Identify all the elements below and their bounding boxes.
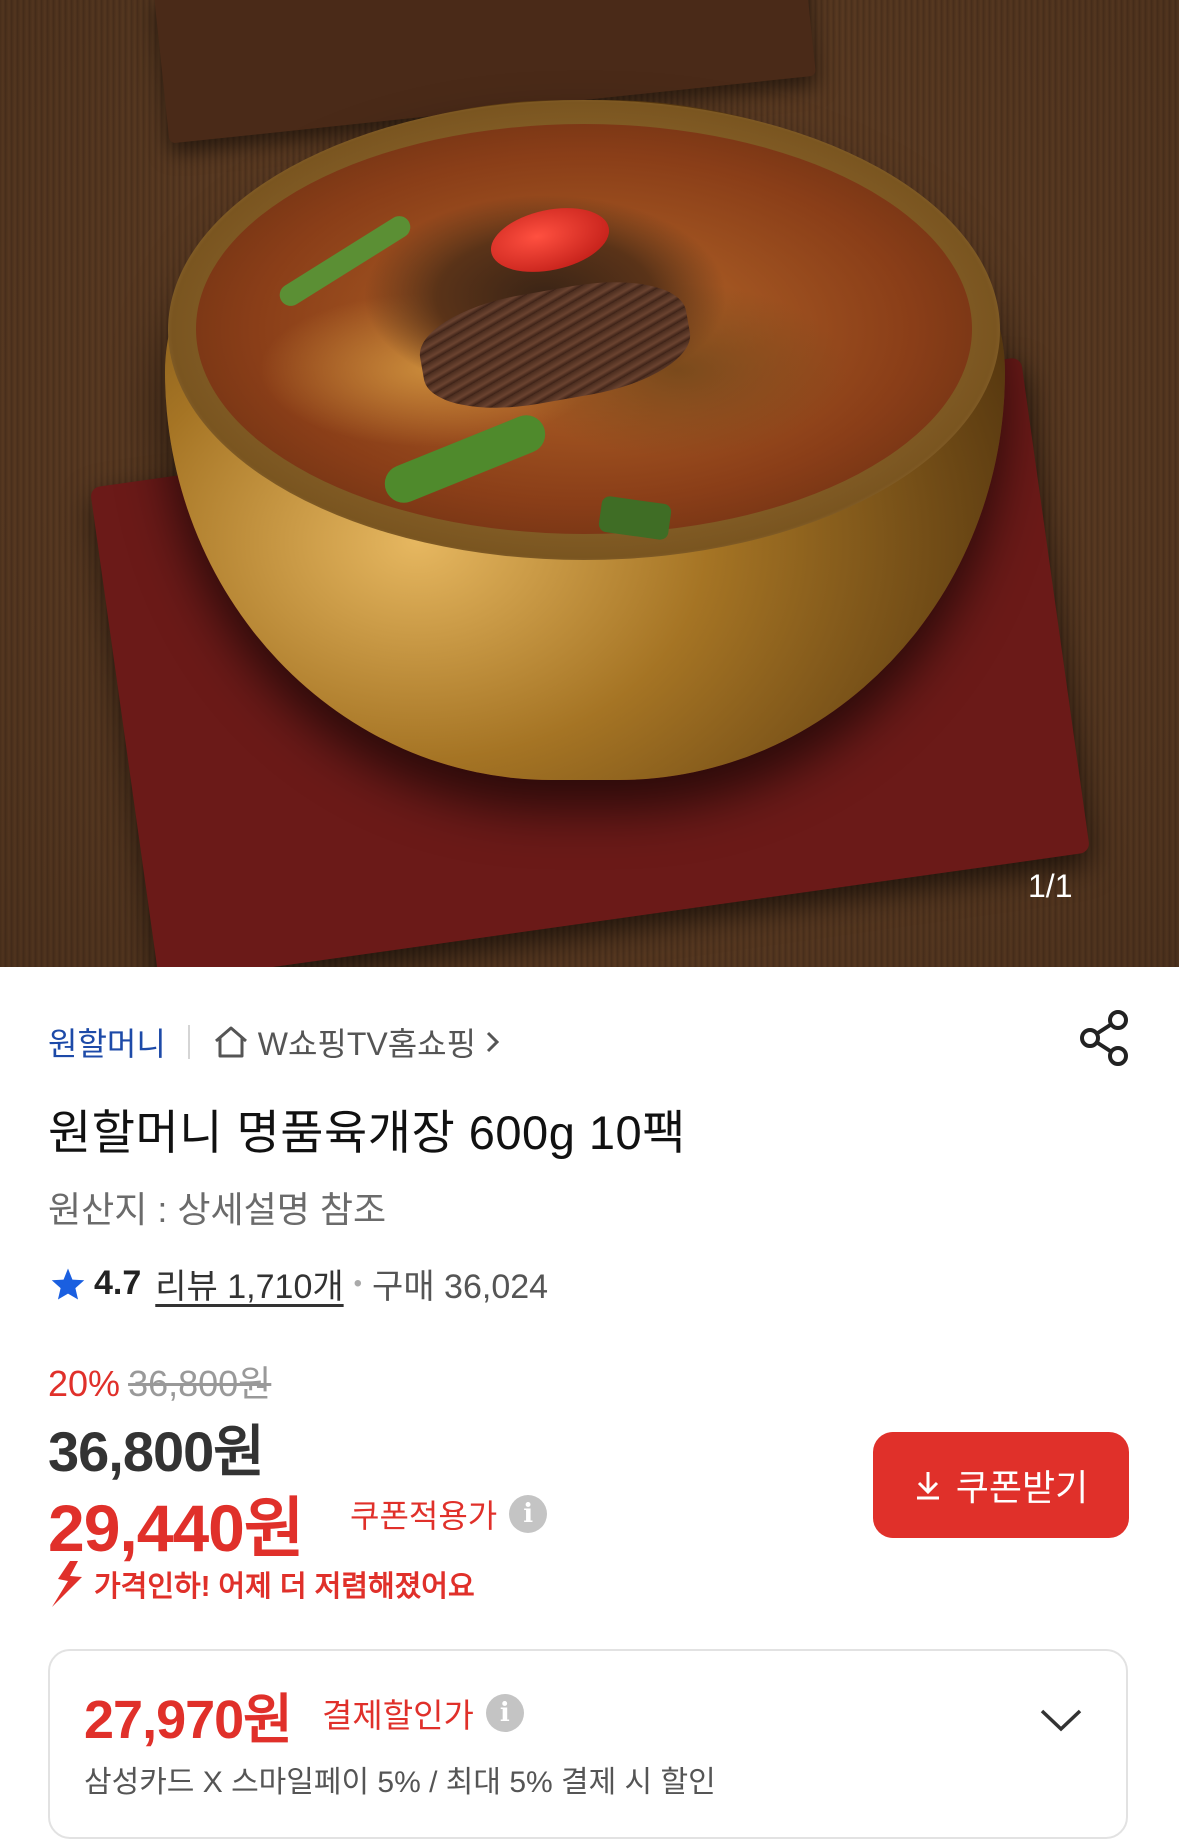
- product-image[interactable]: 1/1: [0, 0, 1179, 967]
- brand-link[interactable]: 원할머니: [48, 1019, 166, 1065]
- info-icon[interactable]: i: [509, 1495, 548, 1533]
- chevron-right-icon: [487, 1031, 500, 1053]
- payment-price: 27,970원: [84, 1690, 293, 1750]
- payment-label-text: 결제할인가: [322, 1697, 474, 1734]
- price-drop-notice: 가격인하! 어제 더 저렴해졌어요: [48, 1559, 475, 1609]
- rating-value: 4.7: [94, 1264, 142, 1302]
- coupon-price-label: 쿠폰적용가 i: [350, 1491, 548, 1537]
- discount-row: 20% 36,800원: [48, 1355, 271, 1407]
- price-drop-icon: [52, 1561, 82, 1607]
- payment-discount-box[interactable]: 27,970원 결제할인가 i 삼성카드 X 스마일페이 5% / 최대 5% …: [48, 1649, 1128, 1839]
- divider: [187, 1025, 190, 1059]
- coupon-label-text: 쿠폰적용가: [350, 1498, 498, 1534]
- coupon-button-label: 쿠폰받기: [955, 1467, 1089, 1508]
- price-drop-text: 가격인하! 어제 더 저렴해졌어요: [94, 1571, 475, 1603]
- info-icon[interactable]: i: [485, 1694, 524, 1732]
- shop-link[interactable]: W쇼핑TV홈쇼핑: [212, 1019, 512, 1065]
- discount-percent: 20%: [48, 1363, 121, 1404]
- coupon-price: 29,440원: [48, 1491, 305, 1565]
- payment-detail: 삼성카드 X 스마일페이 5% / 최대 5% 결제 시 할인: [84, 1766, 716, 1799]
- chevron-down-icon[interactable]: [1038, 1705, 1084, 1735]
- image-counter: 1/1: [1028, 868, 1073, 904]
- coupon-download-button[interactable]: 쿠폰받기: [873, 1432, 1129, 1538]
- payment-label: 결제할인가 i: [322, 1689, 524, 1737]
- review-link[interactable]: 리뷰 1,710개: [155, 1259, 343, 1308]
- purchase-count: 구매 36,024: [372, 1268, 549, 1306]
- shop-name: W쇼핑TV홈쇼핑: [257, 1026, 477, 1062]
- star-icon: [51, 1267, 85, 1300]
- store-row: 원할머니 W쇼핑TV홈쇼핑: [48, 1017, 512, 1067]
- share-button[interactable]: [1076, 1008, 1132, 1068]
- share-icon: [1080, 1010, 1128, 1066]
- dot-separator: •: [353, 1269, 363, 1297]
- product-title: 원할머니 명품육개장 600g 10팩: [48, 1106, 686, 1159]
- original-price: 36,800원: [128, 1363, 272, 1404]
- rating-row: 4.7 리뷰 1,710개 • 구매 36,024: [50, 1259, 548, 1308]
- download-icon: [916, 1472, 939, 1500]
- home-icon: [214, 1026, 247, 1058]
- product-origin: 원산지 : 상세설명 참조: [48, 1189, 387, 1230]
